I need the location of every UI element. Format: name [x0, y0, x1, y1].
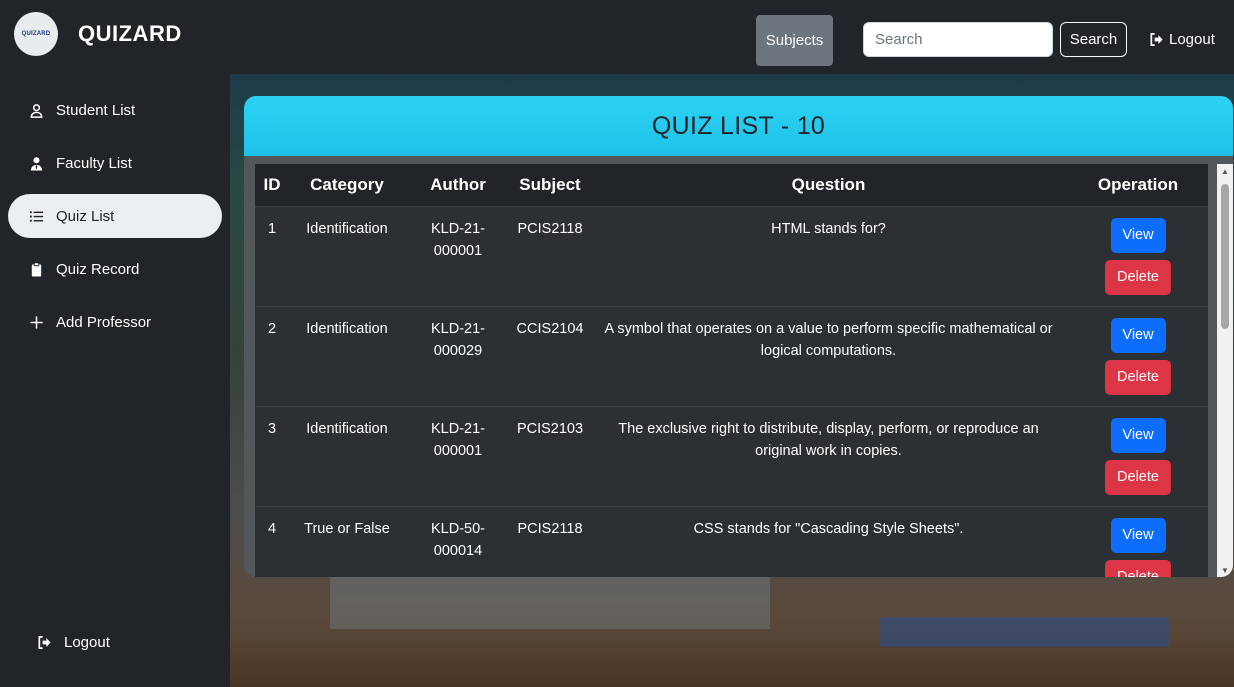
- row-actions: View Delete: [1068, 317, 1208, 395]
- cell-question: CSS stands for "Cascading Style Sheets".: [589, 506, 1068, 577]
- column-header-id: ID: [255, 164, 289, 207]
- brand-name: QUIZARD: [78, 21, 182, 46]
- sidebar-item-student-list[interactable]: Student List: [8, 88, 222, 132]
- delete-button[interactable]: Delete: [1105, 259, 1171, 295]
- sidebar-item-faculty-list[interactable]: Faculty List: [8, 141, 222, 185]
- cell-author: KLD-21-000029: [405, 306, 511, 407]
- sidebar-logout-label: Logout: [64, 634, 110, 651]
- user-tie-icon: [28, 155, 44, 171]
- sidebar-nav: Student List Faculty List Quiz List Quiz…: [0, 88, 230, 353]
- brand-logo-text: QUIZARD: [21, 31, 51, 37]
- view-button[interactable]: View: [1110, 417, 1166, 453]
- cell-category: Identification: [289, 206, 405, 307]
- cell-subject: PCIS2118: [511, 206, 589, 307]
- view-button[interactable]: View: [1110, 217, 1166, 253]
- cell-operation: View Delete: [1068, 206, 1208, 307]
- cell-question: HTML stands for?: [589, 206, 1068, 307]
- delete-button[interactable]: Delete: [1105, 359, 1171, 395]
- sidebar-item-label: Student List: [56, 101, 136, 119]
- cell-id: 2: [255, 306, 289, 407]
- cell-operation: View Delete: [1068, 406, 1208, 507]
- sidebar-item-quiz-record[interactable]: Quiz Record: [8, 247, 222, 291]
- logout-icon: [36, 635, 52, 651]
- cell-id: 4: [255, 506, 289, 577]
- cell-category: Identification: [289, 306, 405, 407]
- search-button[interactable]: Search: [1060, 22, 1127, 57]
- cell-question-text: CSS stands for "Cascading Style Sheets".: [693, 520, 964, 537]
- sidebar-item-label: Faculty List: [56, 154, 132, 172]
- subjects-button[interactable]: Subjects: [756, 15, 833, 66]
- top-logout-button[interactable]: Logout: [1148, 31, 1215, 48]
- column-header-question: Question: [589, 164, 1068, 207]
- sidebar-item-label: Add Professor: [56, 313, 152, 331]
- table-row: 2 Identification KLD-21-000029 CCIS2104 …: [255, 306, 1208, 407]
- top-logout-label: Logout: [1169, 31, 1215, 48]
- user-icon: [28, 102, 44, 118]
- sidebar-item-quiz-list[interactable]: Quiz List: [8, 194, 222, 238]
- clipboard-icon: [28, 261, 44, 277]
- row-actions: View Delete: [1068, 517, 1208, 577]
- cell-question: The exclusive right to distribute, displ…: [589, 406, 1068, 507]
- row-actions: View Delete: [1068, 217, 1208, 295]
- quiz-table-container[interactable]: ID Category Author Subject Question Oper…: [255, 164, 1208, 577]
- logout-icon: [1148, 32, 1164, 48]
- plus-icon: [28, 314, 44, 330]
- list-icon: [28, 208, 44, 224]
- cell-id: 1: [255, 206, 289, 307]
- delete-button[interactable]: Delete: [1105, 459, 1171, 495]
- scrollbar-thumb[interactable]: [1221, 184, 1229, 329]
- table-row: 1 Identification KLD-21-000001 PCIS2118 …: [255, 206, 1208, 307]
- background-building: [330, 573, 770, 629]
- background-fence: [880, 617, 1170, 647]
- cell-question-text: The exclusive right to distribute, displ…: [618, 420, 1039, 459]
- cell-question-text: A symbol that operates on a value to per…: [604, 320, 1053, 359]
- column-header-author: Author: [405, 164, 511, 207]
- cell-category: Identification: [289, 406, 405, 507]
- scroll-up-arrow-icon[interactable]: ▲: [1217, 164, 1233, 178]
- cell-author-text: KLD-21-000001: [431, 220, 485, 259]
- cell-author: KLD-50-000014: [405, 506, 511, 577]
- cell-operation: View Delete: [1068, 306, 1208, 407]
- table-row: 4 True or False KLD-50-000014 PCIS2118 C…: [255, 506, 1208, 577]
- cell-author-text: KLD-21-000029: [431, 320, 485, 359]
- sidebar-item-label: Quiz List: [56, 207, 115, 225]
- sidebar-logout-button[interactable]: Logout: [36, 634, 110, 651]
- table-scrollbar[interactable]: ▲ ▼: [1217, 164, 1233, 577]
- cell-author-text: KLD-50-000014: [431, 520, 485, 559]
- cell-author: KLD-21-000001: [405, 206, 511, 307]
- cell-question-text: HTML stands for?: [771, 220, 886, 237]
- table-row: 3 Identification KLD-21-000001 PCIS2103 …: [255, 406, 1208, 507]
- sidebar: QUIZARD QUIZARD Student List Faculty Lis…: [0, 0, 230, 687]
- table-header-row: ID Category Author Subject Question Oper…: [255, 164, 1208, 207]
- search-input[interactable]: [863, 22, 1053, 57]
- cell-subject: PCIS2118: [511, 506, 589, 577]
- cell-id: 3: [255, 406, 289, 507]
- page-title: QUIZ LIST - 10: [651, 111, 826, 140]
- cell-question: A symbol that operates on a value to per…: [589, 306, 1068, 407]
- column-header-category: Category: [289, 164, 405, 207]
- column-header-operation: Operation: [1068, 164, 1208, 207]
- sidebar-item-add-professor[interactable]: Add Professor: [8, 300, 222, 344]
- sidebar-item-label: Quiz Record: [56, 260, 140, 278]
- top-navbar: Subjects Search Logout: [230, 0, 1234, 74]
- row-actions: View Delete: [1068, 417, 1208, 495]
- quiz-table: ID Category Author Subject Question Oper…: [255, 164, 1208, 577]
- quiz-list-card: QUIZ LIST - 10 ID Category Author Subjec…: [244, 96, 1233, 577]
- cell-category: True or False: [289, 506, 405, 577]
- cell-subject: CCIS2104: [511, 306, 589, 407]
- scroll-down-arrow-icon[interactable]: ▼: [1217, 563, 1233, 577]
- view-button[interactable]: View: [1110, 517, 1166, 553]
- view-button[interactable]: View: [1110, 317, 1166, 353]
- card-header: QUIZ LIST - 10: [244, 96, 1233, 156]
- column-header-subject: Subject: [511, 164, 589, 207]
- delete-button[interactable]: Delete: [1105, 559, 1171, 577]
- cell-author-text: KLD-21-000001: [431, 420, 485, 459]
- brand-logo: QUIZARD: [14, 12, 58, 56]
- cell-author: KLD-21-000001: [405, 406, 511, 507]
- cell-subject: PCIS2103: [511, 406, 589, 507]
- brand: QUIZARD QUIZARD: [14, 12, 182, 56]
- cell-operation: View Delete: [1068, 506, 1208, 577]
